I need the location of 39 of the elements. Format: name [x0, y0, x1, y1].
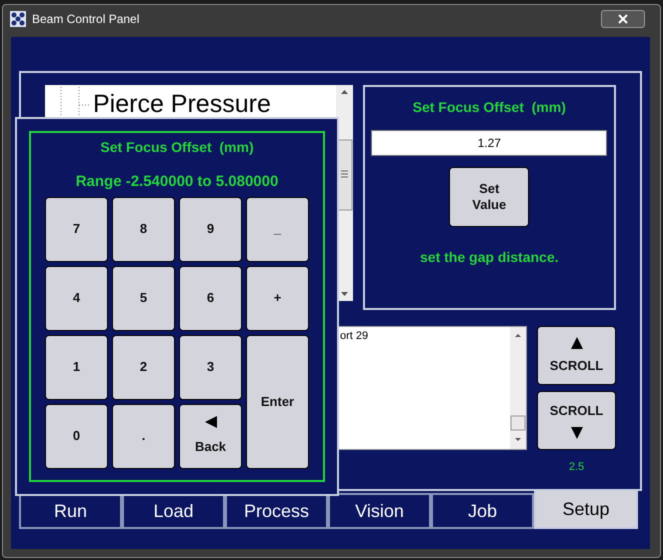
keypad-key[interactable]: 9 [179, 196, 242, 262]
keypad-key[interactable]: 1 [45, 334, 108, 400]
value-field[interactable]: 1.27 [371, 130, 608, 156]
keypad-key[interactable]: 8 [112, 196, 175, 262]
log-line: ort 29 [340, 329, 370, 344]
keypad-key[interactable]: _ [246, 196, 309, 262]
panel-title: Set Focus Offset (mm) [412, 98, 566, 117]
set-value-button[interactable]: Set Value [449, 167, 530, 227]
keypad-key[interactable]: + [246, 266, 309, 330]
down-triangle-icon [570, 426, 584, 440]
keypad-key[interactable]: 7 [45, 196, 108, 262]
up-triangle-icon [570, 336, 584, 350]
close-button[interactable] [601, 10, 645, 28]
list-item[interactable]: Pierce Pressure [93, 87, 271, 121]
tab[interactable]: Load [122, 493, 225, 529]
range-text: Range -2.540000 to 5.080000 [76, 172, 278, 192]
tab[interactable]: Run [19, 493, 122, 529]
scroll-button[interactable]: SCROLL [537, 391, 616, 450]
left-triangle-icon [204, 415, 218, 430]
keypad-key[interactable]: . [112, 404, 175, 468]
hint-text: set the gap distance. [420, 248, 558, 267]
enter-key[interactable]: Enter [246, 334, 309, 468]
keypad-key[interactable]: 2 [112, 334, 175, 400]
keypad-key[interactable]: 0 [45, 404, 108, 468]
back-key[interactable]: Back [179, 404, 242, 468]
close-icon [618, 14, 628, 24]
keypad-title: Set Focus Offset (mm) [100, 138, 254, 157]
tab[interactable]: Setup [534, 489, 638, 529]
app-icon [10, 11, 26, 27]
tab[interactable]: Process [225, 493, 328, 529]
scroll-button[interactable]: SCROLL [537, 326, 616, 385]
keypad-key[interactable]: 4 [45, 266, 108, 330]
tab[interactable]: Vision [328, 493, 431, 529]
status-value: 2.5 [568, 460, 584, 475]
keypad-key[interactable]: 5 [112, 266, 175, 330]
keypad-key[interactable]: 3 [179, 334, 242, 400]
keypad-key[interactable]: 6 [179, 266, 242, 330]
window-title: Beam Control Panel [32, 11, 140, 28]
tab[interactable]: Job [431, 493, 534, 529]
